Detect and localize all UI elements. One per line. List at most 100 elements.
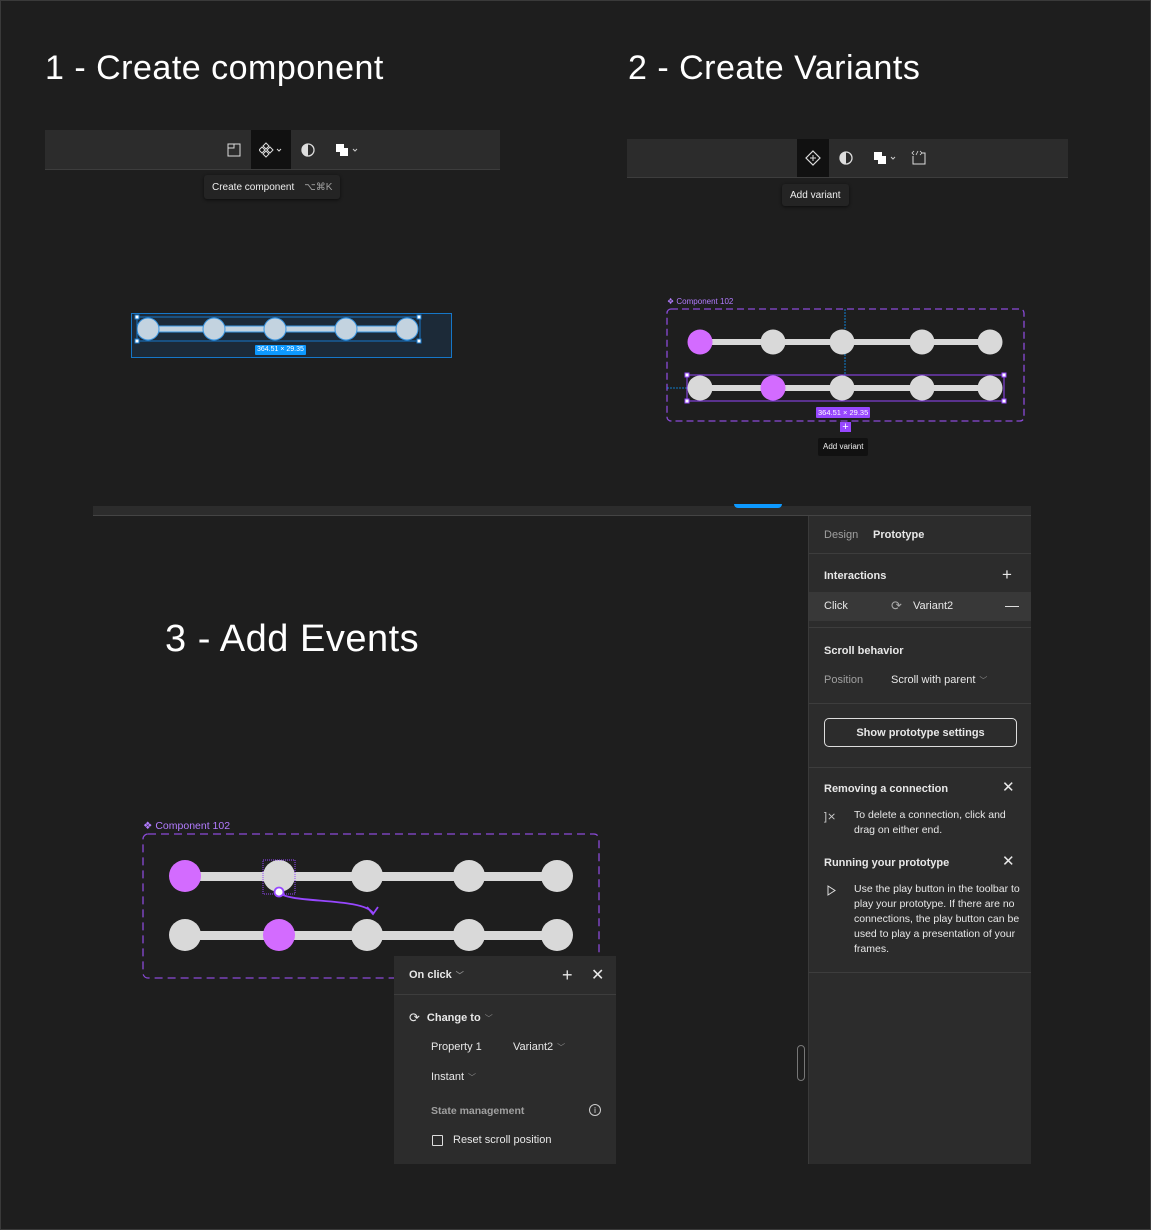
- frame-icon: [227, 143, 241, 156]
- add-action-button[interactable]: +: [562, 965, 573, 986]
- property-value-dropdown[interactable]: Variant2 ﹀: [513, 1041, 565, 1053]
- interaction-popup: On click ﹀ + ✕ ⟳ Change to ﹀ Property 1 Var…: [394, 956, 616, 1164]
- mask-button[interactable]: [835, 139, 857, 177]
- add-variant-tooltip: Add variant: [782, 184, 849, 206]
- action-label: Change to: [426, 1012, 481, 1024]
- tooltip-shortcut: ⌥⌘K: [304, 181, 333, 193]
- remove-interaction-button[interactable]: —: [1005, 597, 1019, 613]
- size-label-2: 364.51 × 29.35: [816, 407, 871, 418]
- stepper-dot: [202, 317, 226, 341]
- chevron-down-icon: ﹀: [468, 1072, 477, 1082]
- close-tip-button[interactable]: ✕: [1002, 852, 1015, 870]
- stepper-dot: [541, 919, 573, 951]
- close-tip-button[interactable]: ✕: [1002, 778, 1015, 796]
- stepper-dot: [395, 317, 419, 341]
- stepper-dot: [453, 919, 485, 951]
- connection-arrow: [278, 891, 374, 914]
- stepper-dot-active: [687, 329, 713, 355]
- step-2-title: 2 - Create Variants: [628, 49, 921, 87]
- reset-scroll-label: Reset scroll position: [453, 1134, 552, 1146]
- tip-removing-text: To delete a connection, click and drag o…: [854, 809, 1006, 836]
- add-variant-button[interactable]: [797, 139, 829, 177]
- boolean-icon: [336, 143, 358, 156]
- stepper-dot: [334, 317, 358, 341]
- stepper-dot-active: [263, 919, 295, 951]
- interaction-target: Variant2: [913, 600, 954, 612]
- animation-value: Instant: [431, 1071, 465, 1083]
- stepper-dot: [760, 329, 786, 355]
- stepper-dot: [909, 329, 935, 355]
- change-to-icon: ⟳: [409, 1010, 420, 1025]
- stepper-dot: [263, 317, 287, 341]
- mask-icon: [839, 151, 853, 165]
- state-management-label: State management: [431, 1105, 525, 1117]
- create-component-button[interactable]: [251, 130, 291, 169]
- add-interaction-button[interactable]: +: [1002, 565, 1012, 585]
- close-icon: ✕: [1002, 853, 1015, 870]
- toolbar-2: [627, 139, 1068, 178]
- boolean-icon: [874, 152, 896, 164]
- add-variant-canvas-tooltip: Add variant: [818, 438, 869, 456]
- position-dropdown[interactable]: Scroll with parent ﹀: [891, 674, 987, 686]
- interaction-row[interactable]: Click ⟳ Variant2 —: [809, 592, 1031, 621]
- step-3-title: 3 - Add Events: [165, 618, 420, 660]
- tip-running-title: Running your prototype: [824, 857, 950, 869]
- toolbar-1: [45, 130, 500, 170]
- trigger-label: On click: [409, 969, 452, 981]
- stepper-dot-active: [169, 860, 201, 892]
- change-to-icon: ⟳: [891, 598, 902, 613]
- close-popup-button[interactable]: ✕: [591, 965, 604, 985]
- code-frame-icon: [911, 150, 926, 165]
- tooltip-label: Create component: [212, 181, 295, 193]
- stepper-dot: [687, 375, 713, 401]
- show-prototype-settings-button[interactable]: Show prototype settings: [824, 718, 1017, 747]
- disconnect-icon: ]⨯: [824, 811, 837, 823]
- play-icon: [827, 885, 836, 896]
- close-icon: ✕: [591, 967, 605, 984]
- reset-scroll-checkbox-row[interactable]: Reset scroll position: [432, 1134, 551, 1146]
- plus-icon: +: [842, 421, 849, 433]
- size-label-1: 364.51 × 29.35: [255, 345, 306, 355]
- create-component-tooltip: Create component ⌥⌘K: [204, 175, 341, 199]
- position-value: Scroll with parent: [891, 674, 976, 686]
- mask-icon: [301, 142, 315, 157]
- info-icon[interactable]: i: [589, 1104, 601, 1116]
- mask-button[interactable]: [297, 130, 319, 169]
- stepper-dot: [829, 375, 855, 401]
- stepper-dot: [977, 329, 1003, 355]
- property-label: Property 1: [431, 1041, 482, 1053]
- frame-button[interactable]: [221, 130, 247, 169]
- interactions-title: Interactions: [824, 570, 887, 582]
- property-value: Variant2: [513, 1041, 554, 1053]
- trigger-dropdown[interactable]: On click ﹀: [409, 969, 464, 981]
- chevron-down-icon: ﹀: [557, 1042, 566, 1052]
- boolean-button[interactable]: [871, 139, 901, 177]
- scrollbar[interactable]: [797, 1045, 805, 1081]
- add-variant-plus-button[interactable]: +: [840, 421, 851, 433]
- active-tool-indicator: [734, 504, 782, 508]
- animation-dropdown[interactable]: Instant ﹀: [431, 1071, 476, 1083]
- stepper-dot: [829, 329, 855, 355]
- tab-prototype[interactable]: Prototype: [873, 529, 924, 541]
- right-panel: Design Prototype Interactions + Click ⟳ …: [808, 516, 1031, 1164]
- scroll-behavior-title: Scroll behavior: [824, 645, 904, 657]
- stepper-dot: [453, 860, 485, 892]
- chevron-down-icon: ﹀: [455, 970, 464, 980]
- editor-top-bar: [93, 506, 1031, 516]
- add-variant-icon: [805, 150, 821, 166]
- chevron-down-icon: ﹀: [484, 1013, 493, 1023]
- action-dropdown[interactable]: ⟳ Change to ﹀: [409, 1010, 493, 1026]
- tip-removing-title: Removing a connection: [824, 783, 949, 795]
- step-1-title: 1 - Create component: [45, 49, 384, 87]
- position-label: Position: [824, 674, 864, 686]
- interaction-trigger: Click: [824, 600, 848, 612]
- minus-icon: —: [1005, 597, 1019, 613]
- boolean-button[interactable]: [333, 130, 363, 169]
- plus-icon: +: [562, 965, 573, 985]
- plus-icon: +: [1002, 565, 1012, 584]
- code-button[interactable]: [907, 139, 929, 177]
- tab-design[interactable]: Design: [824, 529, 858, 541]
- checkbox[interactable]: [432, 1134, 443, 1146]
- stepper-dot-active: [760, 375, 786, 401]
- tip-running-text: Use the play button in the toolbar to pl…: [854, 883, 1020, 955]
